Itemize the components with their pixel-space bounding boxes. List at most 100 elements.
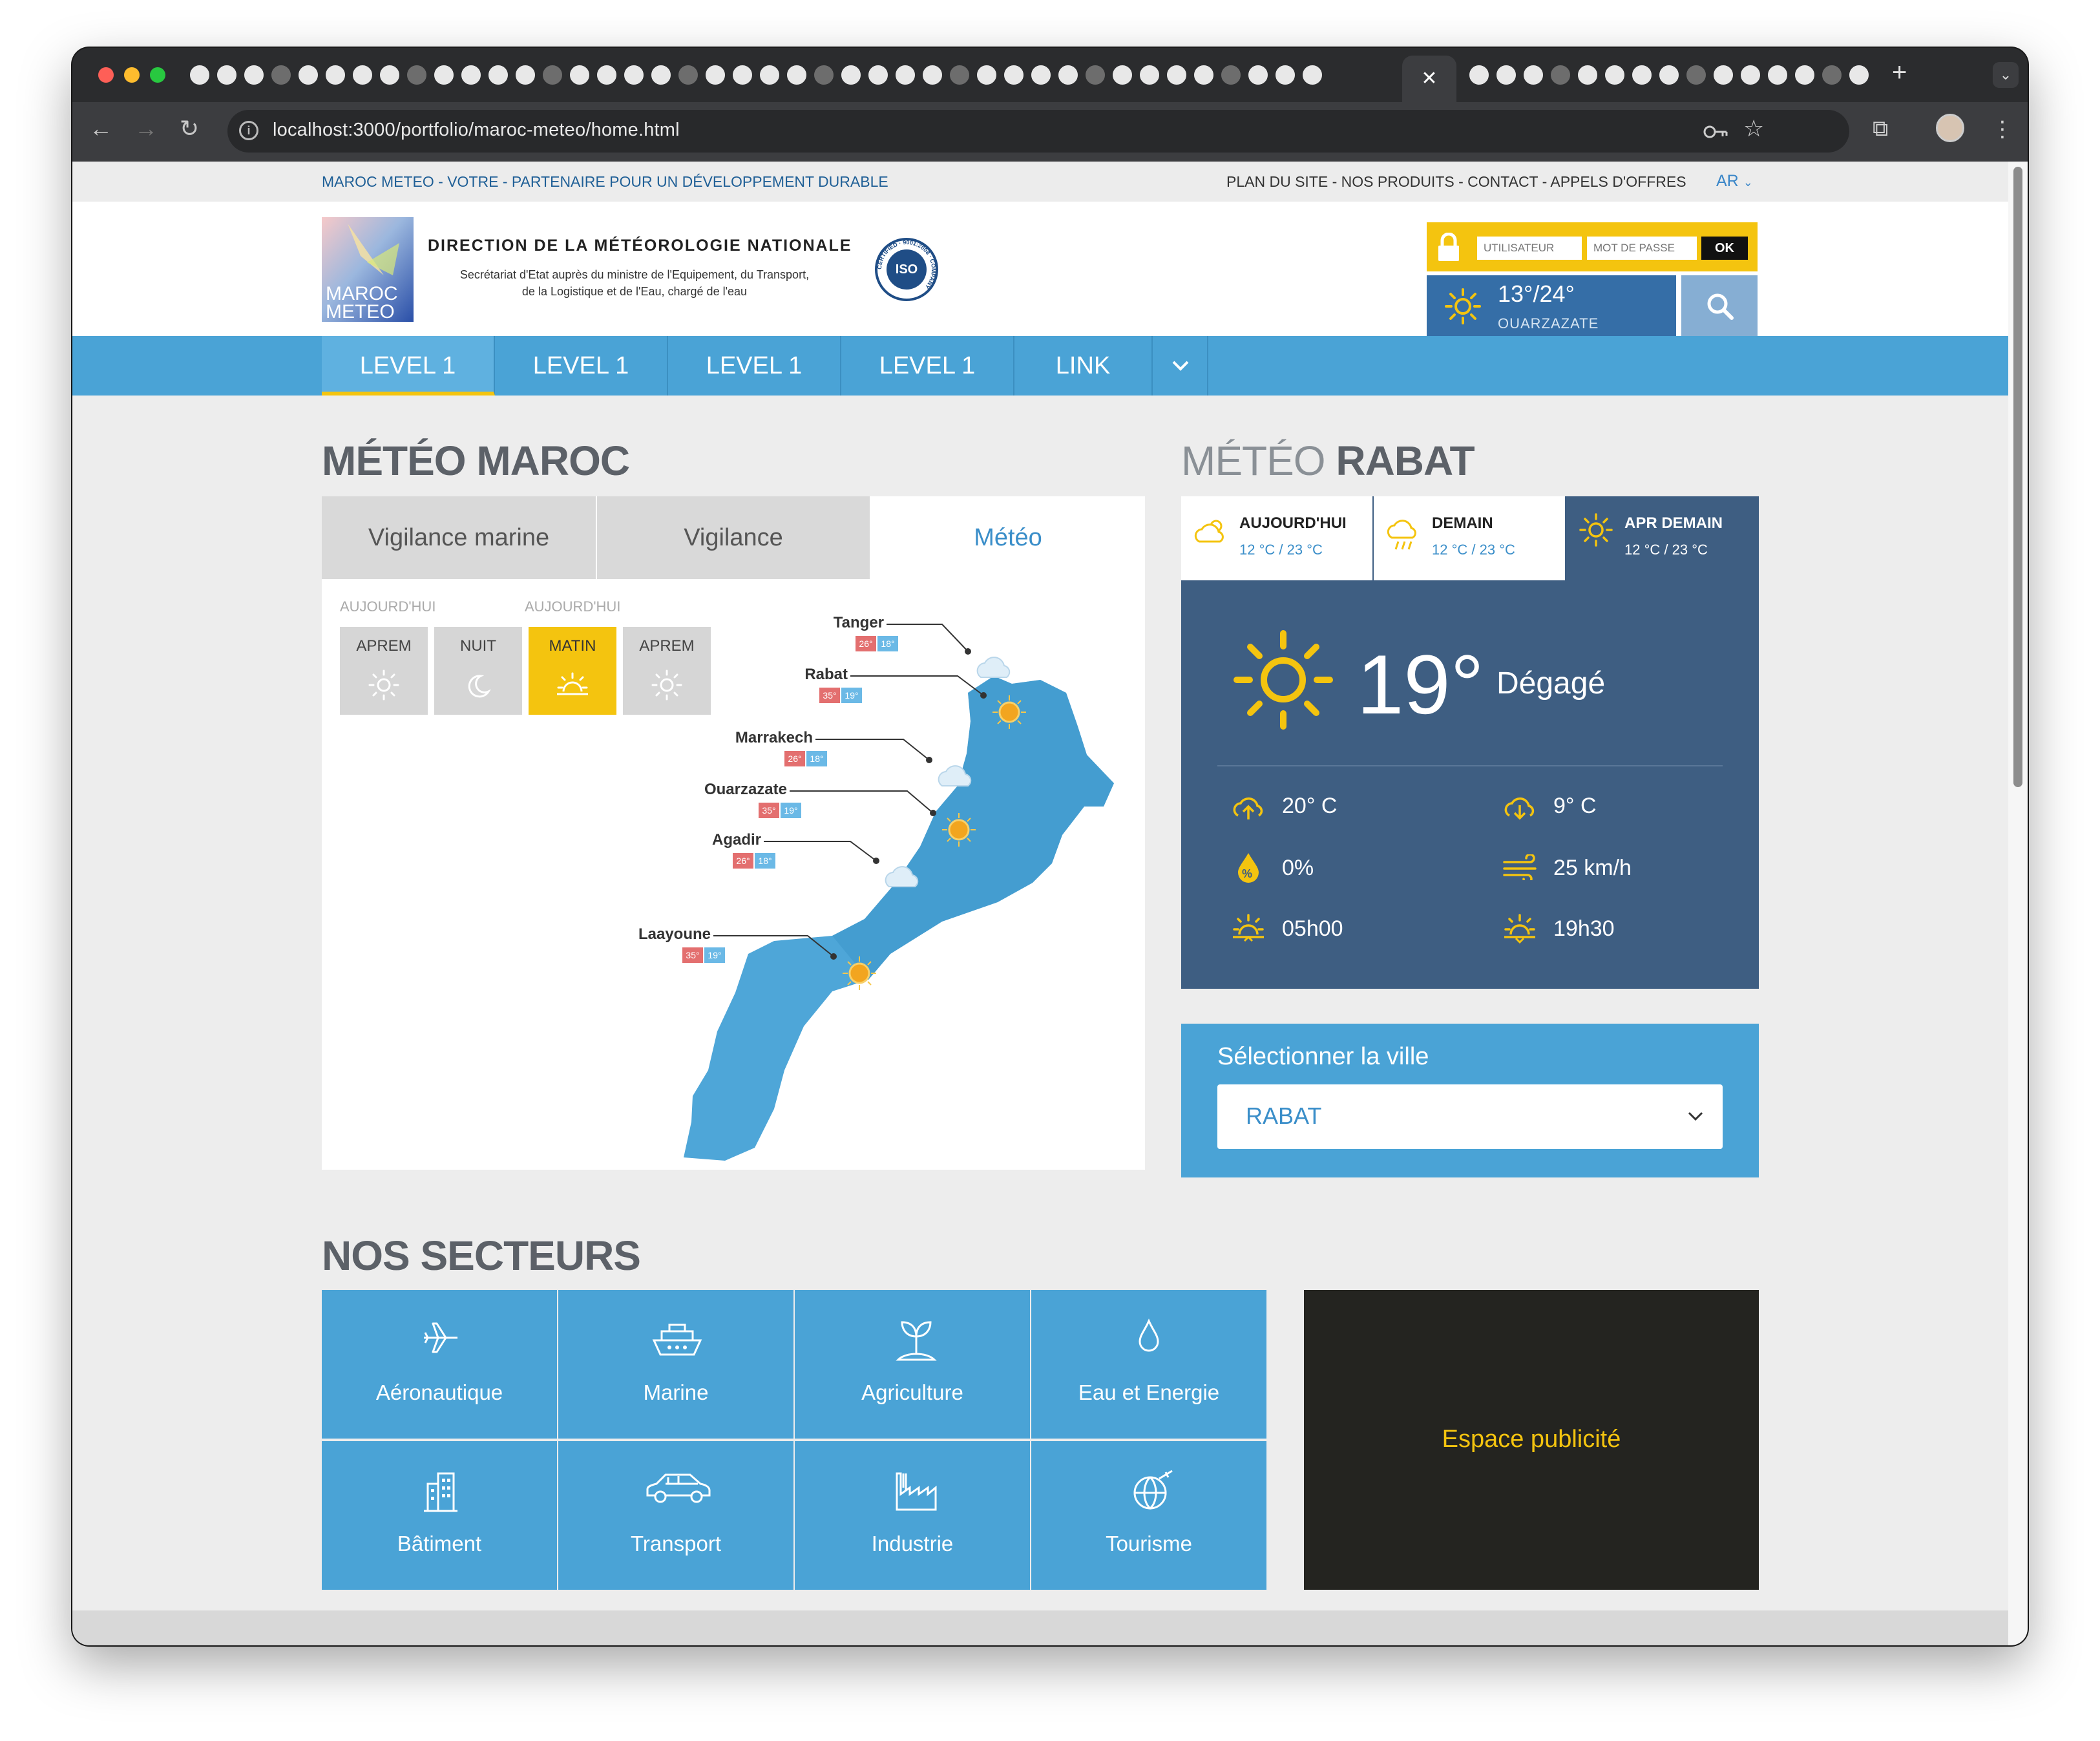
browser-tab[interactable] [1057, 64, 1079, 86]
minimize-window-button[interactable] [124, 67, 140, 83]
sector-marine[interactable]: Marine [558, 1290, 793, 1439]
map-city-name[interactable]: Tanger [793, 614, 884, 632]
username-input[interactable] [1477, 237, 1582, 260]
day-tab-today[interactable]: AUJOURD'HUI 12 °C / 23 °C [1181, 496, 1372, 580]
city-select[interactable]: RABAT [1217, 1084, 1723, 1149]
browser-tab[interactable] [460, 64, 482, 86]
browser-tab[interactable] [297, 64, 319, 86]
password-key-icon[interactable] [1703, 123, 1729, 141]
browser-tab[interactable] [921, 64, 943, 86]
browser-tab[interactable] [894, 64, 916, 86]
browser-tab[interactable] [1301, 64, 1323, 86]
scrollbar-thumb[interactable] [2013, 167, 2022, 787]
forward-icon[interactable]: → [134, 115, 158, 142]
browser-tab[interactable] [1166, 64, 1188, 86]
browser-tab[interactable] [786, 64, 808, 86]
browser-tab[interactable] [840, 64, 862, 86]
browser-tab[interactable] [731, 64, 753, 86]
browser-tab[interactable] [596, 64, 618, 86]
browser-tab[interactable] [1739, 64, 1761, 86]
browser-tab[interactable] [1848, 64, 1870, 86]
browser-tab[interactable] [1084, 64, 1106, 86]
tab-vigilance-marine[interactable]: Vigilance marine [322, 496, 596, 579]
browser-tab[interactable] [1549, 64, 1571, 86]
browser-tab[interactable] [1577, 64, 1599, 86]
browser-tab[interactable] [650, 64, 672, 86]
browser-tab[interactable] [623, 64, 645, 86]
browser-tab[interactable] [270, 64, 292, 86]
browser-menu-icon[interactable]: ⋮ [1991, 116, 2013, 142]
map-city-name[interactable]: Rabat [757, 666, 848, 684]
top-links[interactable]: PLAN DU SITE - NOS PRODUITS - CONTACT - … [1226, 173, 1686, 191]
bookmark-star-icon[interactable]: ☆ [1743, 115, 1764, 142]
nav-more-button[interactable] [1151, 336, 1208, 396]
login-ok-button[interactable]: OK [1701, 237, 1748, 260]
password-input[interactable] [1587, 237, 1697, 260]
browser-tab[interactable] [759, 64, 781, 86]
maroc-meteo-logo[interactable]: MAROC METEO [322, 217, 414, 322]
nav-item-1[interactable]: LEVEL 1 [322, 336, 495, 396]
browser-tab[interactable] [189, 64, 211, 86]
browser-tab[interactable] [976, 64, 998, 86]
day-tab-tomorrow[interactable]: DEMAIN 12 °C / 23 °C [1374, 496, 1565, 580]
maximize-window-button[interactable] [150, 67, 165, 83]
browser-tab[interactable] [1274, 64, 1296, 86]
sector-aeronautique[interactable]: Aéronautique [322, 1290, 557, 1439]
browser-tab[interactable] [867, 64, 889, 86]
browser-tab[interactable] [487, 64, 509, 86]
browser-tab[interactable] [1111, 64, 1133, 86]
tab-meteo[interactable]: Météo [871, 496, 1145, 579]
browser-tab[interactable] [324, 64, 346, 86]
browser-tab[interactable] [379, 64, 401, 86]
browser-tab[interactable] [813, 64, 835, 86]
browser-tab[interactable] [1247, 64, 1269, 86]
nav-item-2[interactable]: LEVEL 1 [495, 336, 668, 396]
browser-tab[interactable] [1794, 64, 1816, 86]
new-tab-button[interactable]: + [1892, 58, 1907, 87]
browser-tab[interactable] [216, 64, 238, 86]
browser-tab[interactable] [949, 64, 971, 86]
sector-transport[interactable]: Transport [558, 1441, 793, 1590]
back-icon[interactable]: ← [89, 115, 112, 142]
browser-tab[interactable] [1767, 64, 1789, 86]
browser-tab[interactable] [1193, 64, 1215, 86]
sector-batiment[interactable]: Bâtiment [322, 1441, 557, 1590]
browser-tab[interactable] [541, 64, 563, 86]
close-tab-icon[interactable]: ✕ [1421, 68, 1437, 89]
browser-tab[interactable] [433, 64, 455, 86]
tab-vigilance[interactable]: Vigilance [597, 496, 870, 579]
search-button[interactable] [1681, 275, 1758, 336]
nav-item-3[interactable]: LEVEL 1 [668, 336, 841, 396]
address-bar[interactable]: i localhost:3000/portfolio/maroc-meteo/h… [227, 110, 1849, 153]
page-scrollbar[interactable] [2008, 162, 2028, 1645]
morocco-map[interactable] [322, 579, 1145, 1170]
browser-tab[interactable] [569, 64, 591, 86]
browser-tab[interactable] [1712, 64, 1734, 86]
browser-tab[interactable] [677, 64, 699, 86]
browser-tab[interactable] [1003, 64, 1025, 86]
url-text[interactable]: localhost:3000/portfolio/maroc-meteo/hom… [273, 120, 680, 141]
nav-item-4[interactable]: LEVEL 1 [841, 336, 1014, 396]
sector-industrie[interactable]: Industrie [795, 1441, 1030, 1590]
site-info-icon[interactable]: i [239, 121, 258, 140]
browser-tab[interactable] [1030, 64, 1052, 86]
browser-tab[interactable] [514, 64, 536, 86]
sector-eau-energie[interactable]: Eau et Energie [1031, 1290, 1266, 1439]
nav-item-link[interactable]: LINK [1014, 336, 1151, 396]
day-tab-after-tomorrow[interactable]: APR DEMAIN 12 °C / 23 °C [1566, 496, 1759, 580]
map-city-name[interactable]: Marrakech [722, 729, 813, 747]
sector-tourisme[interactable]: Tourisme [1031, 1441, 1266, 1590]
browser-tab[interactable] [1604, 64, 1626, 86]
tab-search-button[interactable]: ⌄ [1993, 62, 2019, 88]
language-switch[interactable]: AR ⌄ [1716, 172, 1753, 191]
browser-tab[interactable] [1685, 64, 1707, 86]
browser-tab[interactable] [1821, 64, 1843, 86]
browser-tab[interactable] [1139, 64, 1160, 86]
header-weather-widget[interactable]: 13°/24° OUARZAZATE [1427, 275, 1676, 336]
browser-tab[interactable] [352, 64, 373, 86]
browser-tab[interactable] [1522, 64, 1544, 86]
close-window-button[interactable] [98, 67, 114, 83]
profile-avatar[interactable] [1936, 114, 1964, 142]
browser-tab[interactable] [243, 64, 265, 86]
browser-tab[interactable] [704, 64, 726, 86]
